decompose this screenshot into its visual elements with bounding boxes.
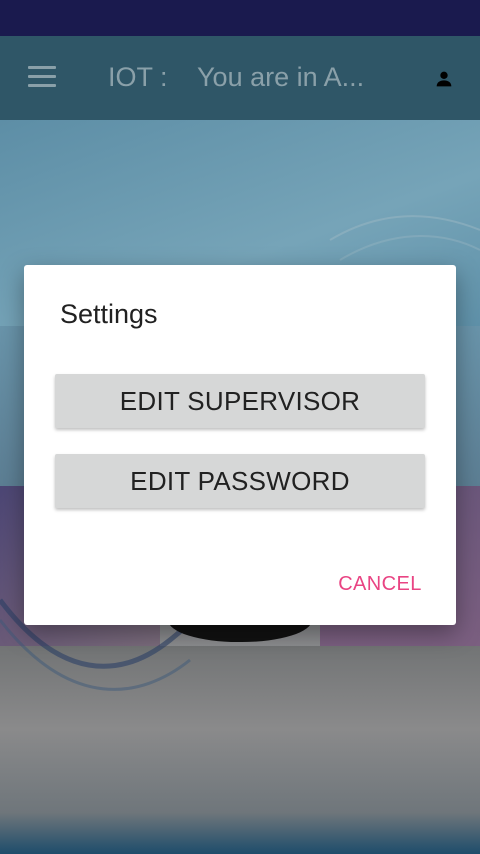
dialog-title: Settings — [60, 299, 158, 329]
settings-dialog: Settings EDIT SUPERVISOR EDIT PASSWORD C… — [24, 265, 456, 625]
hamburger-menu-icon[interactable] — [28, 66, 56, 88]
edit-password-button[interactable]: EDIT PASSWORD — [55, 454, 425, 508]
app-title: IOT : You are in A... — [108, 62, 365, 92]
app-bar: IOT : You are in A... — [0, 36, 480, 120]
person-icon[interactable] — [433, 68, 455, 90]
edit-supervisor-button[interactable]: EDIT SUPERVISOR — [55, 374, 425, 428]
status-bar — [0, 0, 480, 36]
cancel-button[interactable]: CANCEL — [324, 565, 436, 603]
